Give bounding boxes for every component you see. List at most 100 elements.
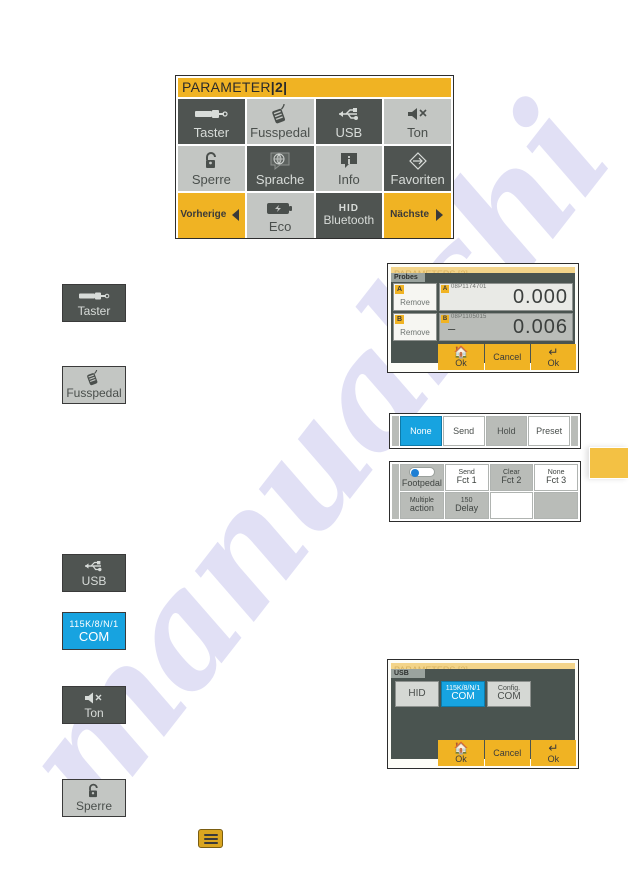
- footpedal-mode-strip: None Send Hold Preset: [389, 413, 581, 449]
- probe-cancel-button[interactable]: Cancel: [484, 344, 530, 370]
- cell-label: Footpedal: [401, 477, 442, 488]
- cell-label: Fct 3: [546, 475, 567, 486]
- tile-vorherige[interactable]: Vorherige: [178, 193, 245, 238]
- probe-dialog-title: Probes: [391, 273, 425, 282]
- tile-label: Info: [338, 172, 360, 188]
- side-button-label: USB: [81, 574, 107, 588]
- function-cell-empty-2[interactable]: [534, 492, 578, 519]
- tile-sperre[interactable]: Sperre: [178, 146, 245, 191]
- button-label: Ok: [455, 358, 467, 368]
- toggle-switch-icon[interactable]: [408, 466, 435, 477]
- side-button-usb[interactable]: USB: [62, 554, 126, 592]
- footer-spacer: [390, 740, 437, 766]
- tile-label: Sperre: [191, 172, 231, 188]
- option-label: COM: [451, 691, 475, 703]
- side-button-taster[interactable]: Taster: [62, 284, 126, 322]
- tile-naechste[interactable]: Nächste: [384, 193, 451, 238]
- speaker-mute-icon: [405, 103, 431, 125]
- tile-label: Vorherige: [180, 209, 227, 221]
- tile-label: Ton: [407, 125, 429, 141]
- probe-value-tag-a: A: [441, 285, 449, 293]
- side-button-label: Taster: [77, 304, 111, 318]
- tile-fusspedal[interactable]: Fusspedal: [246, 99, 314, 144]
- function-cell-fct3[interactable]: None Fct 3: [534, 464, 578, 491]
- home-icon: 🏠: [453, 741, 469, 755]
- probe-remove-button-a[interactable]: A Remove: [393, 283, 437, 311]
- tile-hid-bluetooth[interactable]: HID Bluetooth: [315, 193, 383, 238]
- probe-serial-a: 08P1174701: [451, 284, 487, 290]
- cell-label: Fct 2: [501, 475, 522, 486]
- button-label: Ok: [547, 358, 560, 368]
- page-edge-tab[interactable]: [589, 447, 629, 479]
- function-cell-delay[interactable]: 150 Delay: [444, 492, 489, 519]
- tile-taster[interactable]: Taster: [178, 99, 245, 144]
- mode-button-none[interactable]: None: [400, 416, 442, 446]
- tile-label: Eco: [268, 219, 292, 235]
- footpedal-icon: [268, 103, 292, 125]
- probe-row-list: A Remove A 08P1174701 0.000 B Remove B 0…: [391, 282, 575, 341]
- function-cell-fct1[interactable]: Send Fct 1: [444, 464, 489, 491]
- function-grid: Footpedal Send Fct 1 Clear Fct 2 None Fc…: [400, 464, 578, 519]
- tile-label: Bluetooth: [323, 213, 375, 228]
- usb-home-ok-button[interactable]: 🏠 Ok: [438, 740, 484, 766]
- tile-sprache[interactable]: Sprache: [246, 146, 314, 191]
- tile-label: USB: [335, 125, 363, 141]
- probe-tag-b: B: [395, 315, 404, 324]
- footpedal-function-panel: Footpedal Send Fct 1 Clear Fct 2 None Fc…: [389, 461, 581, 522]
- tile-label: Fusspedal: [250, 125, 311, 141]
- side-button-label-top: 115K/8/N/1: [69, 618, 119, 629]
- mode-button-send[interactable]: Send: [442, 416, 485, 446]
- usb-option-hid[interactable]: HID: [395, 681, 439, 707]
- tile-favoriten[interactable]: Favoriten: [384, 146, 451, 191]
- usb-dialog: PARAMETERS [2] USB HID 115K/8/N/1 COM Co…: [387, 659, 579, 769]
- side-button-com[interactable]: 115K/8/N/1 COM: [62, 612, 126, 650]
- footer-spacer: [390, 344, 437, 370]
- usb-cancel-button[interactable]: Cancel: [484, 740, 530, 766]
- screwdriver-icon: [78, 288, 110, 304]
- hamburger-menu-icon[interactable]: [198, 829, 223, 848]
- tile-label: Favoriten: [390, 172, 445, 188]
- probe-tag-a: A: [395, 285, 404, 294]
- button-label: Cancel: [493, 747, 522, 758]
- side-button-fusspedal[interactable]: Fusspedal: [62, 366, 126, 404]
- parameter-tile-grid: Taster Fusspedal USB Ton Sperre Sprache …: [178, 99, 451, 238]
- usb-option-config-com[interactable]: Config. COM: [487, 681, 531, 707]
- mode-button-preset[interactable]: Preset: [528, 416, 570, 446]
- unlock-icon: [201, 150, 221, 172]
- probe-value-b[interactable]: B 08P1105015 – 0.006: [439, 313, 573, 341]
- footpedal-toggle-cell[interactable]: Footpedal: [400, 464, 444, 491]
- function-cell-multiple-action[interactable]: Multiple action: [400, 492, 444, 519]
- probe-row: A Remove A 08P1174701 0.000: [393, 283, 573, 311]
- probe-row: B Remove B 08P1105015 – 0.006: [393, 313, 573, 341]
- cell-label: Fct 1: [456, 475, 477, 486]
- screwdriver-icon: [194, 103, 228, 125]
- side-button-ton[interactable]: Ton: [62, 686, 126, 724]
- button-label: Ok: [455, 754, 467, 764]
- function-cell-fct2[interactable]: Clear Fct 2: [489, 464, 534, 491]
- tile-usb[interactable]: USB: [315, 99, 383, 144]
- probe-remove-button-b[interactable]: B Remove: [393, 313, 437, 341]
- function-cell-empty-1[interactable]: [489, 492, 534, 519]
- battery-bolt-icon: [266, 197, 294, 219]
- side-button-sperre[interactable]: Sperre: [62, 779, 126, 817]
- tile-eco[interactable]: Eco: [246, 193, 314, 238]
- probe-home-ok-button[interactable]: 🏠 Ok: [438, 344, 484, 370]
- probe-value-a[interactable]: A 08P1174701 0.000: [439, 283, 573, 311]
- menu-bars: [203, 832, 218, 846]
- diamond-arrow-icon: [406, 150, 430, 172]
- tile-info[interactable]: Info: [315, 146, 383, 191]
- chevron-right-icon: [433, 204, 445, 226]
- button-label: Cancel: [493, 351, 522, 362]
- tile-label: Taster: [193, 125, 230, 141]
- globe-bubble-icon: [269, 150, 291, 172]
- usb-ok-button[interactable]: ↵ Ok: [530, 740, 576, 766]
- probe-remove-label: Remove: [400, 328, 430, 337]
- probe-ok-button[interactable]: ↵ Ok: [530, 344, 576, 370]
- usb-option-com[interactable]: 115K/8/N/1 COM: [441, 681, 485, 707]
- usb-icon: [82, 558, 106, 574]
- probe-serial-b: 08P1105015: [451, 314, 487, 320]
- panel-edge-left: [392, 464, 399, 519]
- tile-ton[interactable]: Ton: [384, 99, 451, 144]
- mode-button-hold[interactable]: Hold: [485, 416, 528, 446]
- strip-edge-right: [571, 416, 578, 446]
